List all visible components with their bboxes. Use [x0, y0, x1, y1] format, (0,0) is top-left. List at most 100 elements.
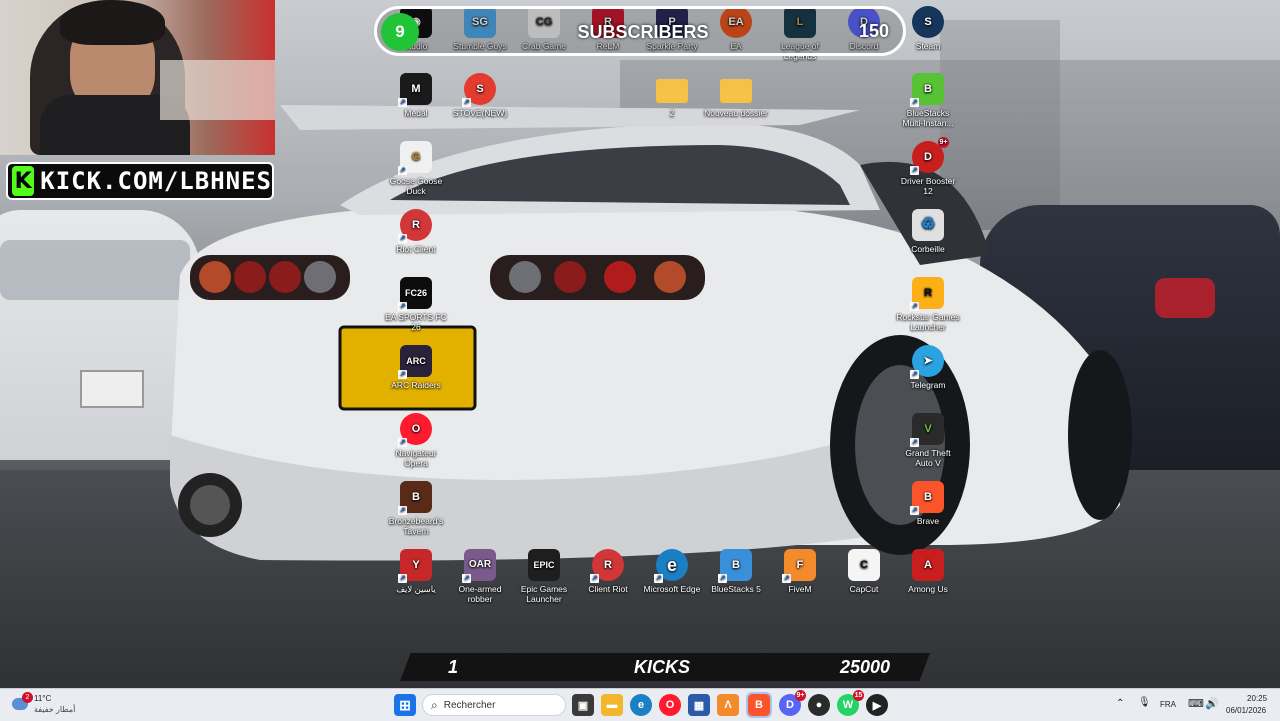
- kicks-target: 25000: [840, 657, 891, 677]
- icon-label: Navigateur Opera: [395, 448, 437, 468]
- capcut-icon: C: [848, 549, 880, 581]
- shortcut-arrow-icon: ↗: [718, 574, 727, 583]
- weather-description: أمطار خفيفة: [34, 705, 76, 714]
- shortcut-arrow-icon: ↗: [910, 302, 919, 311]
- icon-label: Epic Games Launcher: [520, 584, 568, 604]
- desktop-icon-capcut[interactable]: C CapCut: [832, 549, 896, 594]
- subscribers-label: SUBSCRIBERS: [577, 22, 709, 42]
- kick-logo-icon: K: [12, 166, 35, 196]
- icon-label: Nouveau dossier: [704, 108, 768, 118]
- icon-label: EA SPORTS FC 26: [385, 312, 447, 332]
- taskbar-search-box[interactable]: ⌕ Rechercher: [422, 694, 566, 716]
- icon-label: Corbeille: [911, 244, 945, 254]
- desktop-icon-stove[interactable]: S ↗ STOVE(NEW): [448, 73, 512, 118]
- fivem-icon: F ↗: [782, 549, 816, 583]
- language-indicator[interactable]: FRA: [1160, 700, 1176, 709]
- fc26-icon: FC26 ↗: [398, 277, 432, 311]
- desktop-icon-epic-games[interactable]: EPIC Epic Games Launcher: [512, 549, 576, 604]
- volume-icon[interactable]: 🔊: [1205, 697, 1219, 710]
- media-player-icon[interactable]: ▶: [866, 694, 888, 716]
- icon-label: Medal: [404, 108, 428, 118]
- subscribers-goal-bar: 9 SUBSCRIBERS 150: [374, 6, 906, 56]
- shortcut-arrow-icon: ↗: [398, 98, 407, 107]
- kick-channel-banner: K KICK.COM/LBHNES: [6, 162, 274, 200]
- whatsapp-icon[interactable]: W 15: [837, 690, 864, 716]
- store-icon[interactable]: ▦: [688, 694, 710, 716]
- aimp-icon[interactable]: Λ: [717, 694, 739, 716]
- gta-v-icon: V ↗: [910, 413, 944, 447]
- desktop-icon-client-riot[interactable]: R ↗ Client Riot: [576, 549, 640, 594]
- recycle-bin-icon: ♻: [912, 209, 944, 241]
- desktop-icon-telegram[interactable]: ➤ ↗ Telegram: [896, 345, 960, 390]
- desktop-icon-medal[interactable]: M ↗ Medal: [384, 73, 448, 118]
- obs-icon[interactable]: ●: [808, 694, 830, 716]
- show-hidden-icons-icon[interactable]: ⌃: [1116, 698, 1124, 709]
- subscribers-goal: 150: [858, 21, 889, 41]
- desktop-icon-rockstar-launcher[interactable]: R ↗ Rockstar Games Launcher: [896, 277, 960, 332]
- icon-label: BlueStacks Multi-Instan...: [902, 108, 954, 128]
- desktop-icon-goose-goose-duck[interactable]: G ↗ Goose Goose Duck: [384, 141, 448, 196]
- desktop-icon-riot-client[interactable]: R ↗ Riot Client: [384, 209, 448, 254]
- rockstar-icon: R ↗: [910, 277, 944, 311]
- yassin-live-icon: Y ↗: [398, 549, 432, 583]
- shortcut-arrow-icon: ↗: [462, 574, 471, 583]
- folder-icon: [656, 79, 688, 103]
- desktop-icon-yassin-live[interactable]: Y ↗ ياسين لايف: [384, 549, 448, 594]
- desktop-icon-among-us[interactable]: A Among Us: [896, 549, 960, 594]
- icon-label: STOVE(NEW): [452, 108, 508, 118]
- opera-icon: O ↗: [398, 413, 432, 447]
- desktop-icon-gta-v[interactable]: V ↗ Grand Theft Auto V: [896, 413, 960, 468]
- windows-start-icon[interactable]: ⊞: [394, 694, 416, 716]
- icon-label: Goose Goose Duck: [389, 176, 443, 196]
- shortcut-arrow-icon: ↗: [910, 166, 919, 175]
- icon-label: FiveM: [788, 584, 812, 594]
- kicks-current: 1: [448, 657, 459, 677]
- desktop-icon-arc-raiders[interactable]: ARC ↗ ARC Raiders: [384, 345, 448, 390]
- desktop-icon-bronzebeards-tavern[interactable]: B ↗ Bronzebeard's Tavern: [384, 481, 448, 536]
- desktop-icon-microsoft-edge[interactable]: e ↗ Microsoft Edge: [640, 549, 704, 594]
- desktop-icon-ea-sports-fc26[interactable]: FC26 ↗ EA SPORTS FC 26: [384, 277, 448, 332]
- shortcut-arrow-icon: ↗: [910, 506, 919, 515]
- desktop-icon-corbeille[interactable]: ♻ Corbeille: [896, 209, 960, 254]
- desktop-icon-brave[interactable]: B ↗ Brave: [896, 481, 960, 526]
- network-icon[interactable]: ⌨: [1188, 697, 1204, 710]
- edge-icon[interactable]: e: [630, 694, 652, 716]
- desktop-icon-bluestacks-multi[interactable]: B ↗ BlueStacks Multi-Instan...: [896, 73, 960, 128]
- discord-badge: 9+: [795, 690, 806, 701]
- shortcut-arrow-icon: ↗: [398, 506, 407, 515]
- weather-widget[interactable]: 2 11°C أمطار خفيفة: [10, 692, 100, 718]
- icon-label: Brave: [916, 516, 940, 526]
- desktop-icon-fivem[interactable]: F ↗ FiveM: [768, 549, 832, 594]
- shortcut-arrow-icon: ↗: [398, 234, 407, 243]
- opera-icon[interactable]: O: [659, 694, 681, 716]
- kicks-label: KICKS: [634, 657, 691, 677]
- brave-icon[interactable]: B: [746, 692, 772, 718]
- desktop-folder-2[interactable]: 2: [640, 73, 704, 118]
- microphone-icon[interactable]: 🎙: [1138, 697, 1151, 708]
- file-explorer-icon[interactable]: ▬: [601, 694, 623, 716]
- desktop-icon-bluestacks-5[interactable]: B ↗ BlueStacks 5: [704, 549, 768, 594]
- steam-icon: S: [912, 6, 944, 38]
- telegram-icon: ➤ ↗: [910, 345, 944, 379]
- clock-date[interactable]: 06/01/2026: [1226, 706, 1266, 715]
- goose-icon: G ↗: [398, 141, 432, 175]
- task-view-icon[interactable]: ▣: [572, 694, 594, 716]
- desktop-icon-driver-booster[interactable]: D 9+ ↗ Driver Booster 12: [896, 137, 960, 196]
- icon-label: Bronzebeard's Tavern: [388, 516, 444, 536]
- desktop-icon-opera[interactable]: O ↗ Navigateur Opera: [384, 413, 448, 468]
- icon-label: Client Riot: [588, 584, 628, 594]
- desktop-icon-one-armed-robber[interactable]: OAR ↗ One-armed robber: [448, 549, 512, 604]
- discord-icon[interactable]: D 9+: [779, 690, 806, 716]
- clock-time[interactable]: 20:25: [1247, 694, 1267, 703]
- icon-label: CapCut: [849, 584, 879, 594]
- shortcut-arrow-icon: ↗: [910, 370, 919, 379]
- arc-raiders-icon: ARC ↗: [398, 345, 432, 379]
- one-armed-robber-icon: OAR ↗: [462, 549, 496, 583]
- brave-icon: B ↗: [910, 481, 944, 515]
- whatsapp-badge: 15: [853, 690, 864, 701]
- edge-icon: e ↗: [654, 549, 688, 583]
- icon-label: Telegram: [910, 380, 946, 390]
- shortcut-arrow-icon: ↗: [654, 574, 663, 583]
- desktop-folder-nouveau-dossier[interactable]: Nouveau dossier: [704, 73, 768, 118]
- driver-booster-icon: D 9+ ↗: [910, 137, 949, 175]
